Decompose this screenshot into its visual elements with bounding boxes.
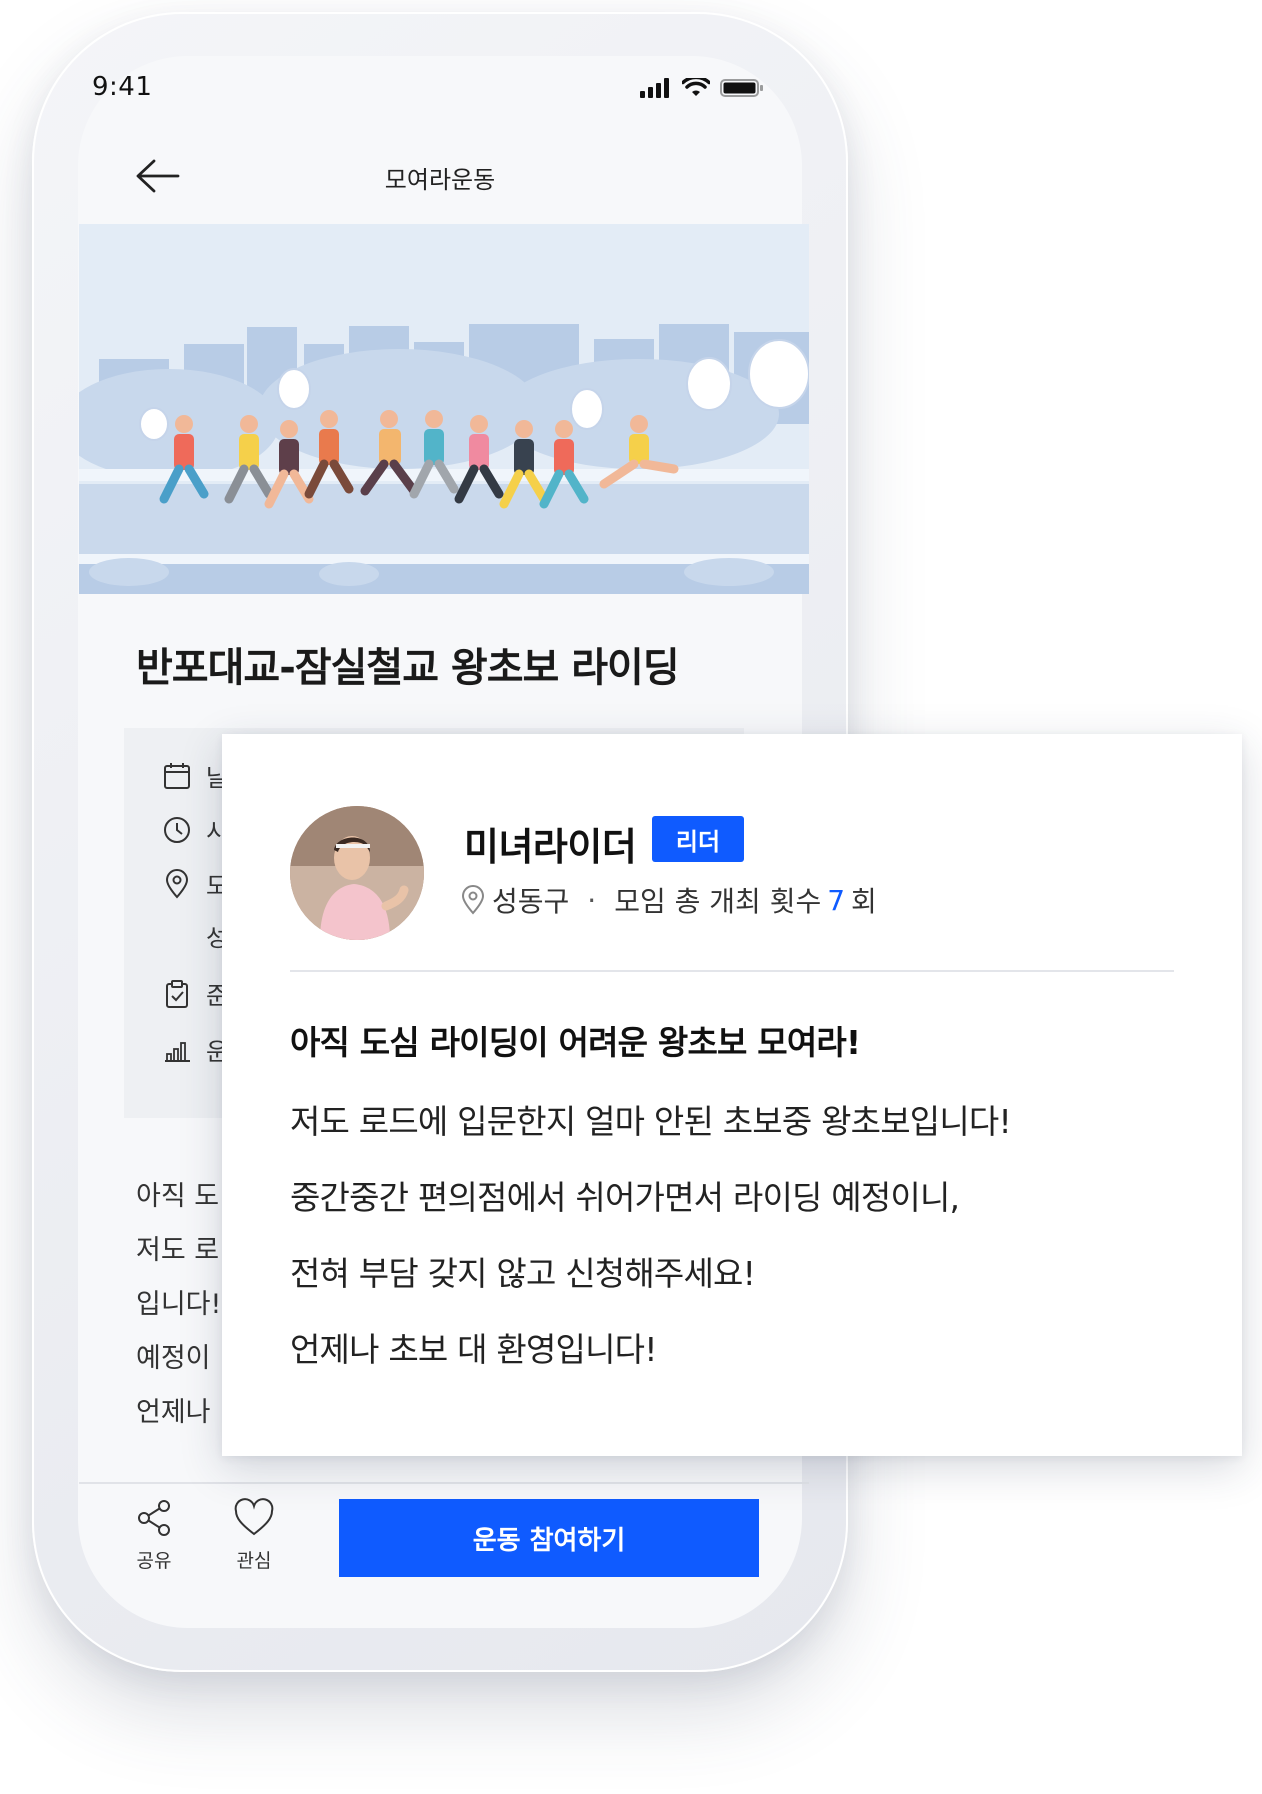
leader-photo [290,806,424,940]
meetings-label: 모임 총 개최 횟수 [614,885,822,918]
leader-area: 성동구 [492,885,570,918]
description-line: 저도 로 [136,1235,220,1266]
like-button[interactable]: 관심 [214,1498,294,1573]
meetings-count: 7 [827,883,846,917]
clock-icon [164,816,190,843]
info-row-level: 운 [162,1032,228,1067]
back-button[interactable] [134,158,182,194]
hero-illustration [79,224,809,594]
avatar[interactable] [290,806,424,940]
event-description: 아직 도 저도 로 입니다! 예정이 언제나 [136,1170,221,1440]
leader-name: 미녀라이더 [464,825,637,869]
leader-badge: 리더 [652,816,744,862]
location-pin-icon [461,885,485,915]
bottom-bar-divider [79,1482,809,1484]
share-icon [138,1500,170,1536]
calendar-icon [164,762,190,789]
leader-meta: 성동구 · 모임 총 개최 횟수 7 회 [460,880,877,920]
arrow-left-icon [136,159,180,193]
like-label: 관심 [236,1550,272,1572]
clipboard-check-icon [166,979,188,1008]
status-icons [640,78,764,98]
heart-icon [234,1498,274,1536]
info-row-time: 시 [162,812,228,847]
info-row-location: 도 [162,866,228,901]
join-exercise-button[interactable]: 운동 참여하기 [339,1499,759,1577]
card-headline: 아직 도심 라이딩이 어려운 왕초보 모여라! [290,1023,861,1062]
card-body-line: 전혀 부담 갖지 않고 신청해주세요! [290,1254,756,1293]
share-button[interactable]: 공유 [114,1498,194,1573]
signal-icon [640,78,669,98]
event-title: 반포대교-잠실철교 왕초보 라이딩 [136,645,680,691]
info-row-preparation: 준 [162,976,228,1011]
battery-icon [720,79,763,97]
runners-illustration [79,224,809,594]
description-line: 언제나 [136,1397,211,1428]
card-body-line: 중간중간 편의점에서 쉬어가면서 라이딩 예정이니, [290,1178,960,1217]
card-body-line: 언제나 초보 대 환영입니다! [290,1330,657,1369]
card-body: 저도 로드에 입문한지 얼마 안된 초보중 왕초보입니다! 중간중간 편의점에서… [290,1084,1012,1388]
description-line: 입니다! [136,1289,222,1320]
share-label: 공유 [136,1550,172,1572]
page-title: 모여라운동 [384,166,496,194]
leader-profile-card: 미녀라이더 리더 성동구 · 모임 총 개최 횟수 7 회 아직 도심 라이딩이… [222,734,1242,1456]
wifi-icon [682,78,710,96]
status-time: 9:41 [92,72,153,102]
location-pin-icon [165,868,189,899]
card-divider [290,970,1174,972]
info-row-location-detail: 성 [162,918,228,953]
card-body-line: 저도 로드에 입문한지 얼마 안된 초보중 왕초보입니다! [290,1102,1012,1141]
meta-separator: · [587,883,597,917]
meetings-unit: 회 [851,885,877,918]
level-bars-icon [165,1041,190,1062]
description-line: 예정이 [136,1343,211,1374]
info-row-date: 날 [162,758,228,793]
description-line: 아직 도 [136,1181,220,1212]
